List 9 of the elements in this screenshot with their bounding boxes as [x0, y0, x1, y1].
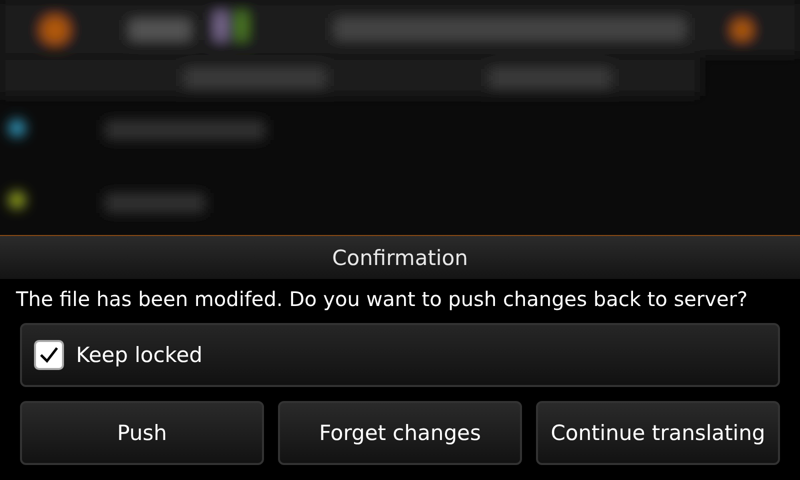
dialog-button[interactable]: Push: [20, 401, 264, 465]
checkbox[interactable]: [34, 340, 64, 370]
dialog-title: Confirmation: [0, 236, 800, 279]
dialog-message: The file has been modifed. Do you want to push changes back to server?: [16, 287, 749, 311]
dialog-button[interactable]: Continue translating: [536, 401, 780, 465]
dialog-button[interactable]: Forget changes: [278, 401, 522, 465]
keep-locked-option[interactable]: Keep locked: [20, 323, 780, 387]
checkbox-label: Keep locked: [76, 343, 202, 367]
check-icon: [39, 346, 59, 364]
